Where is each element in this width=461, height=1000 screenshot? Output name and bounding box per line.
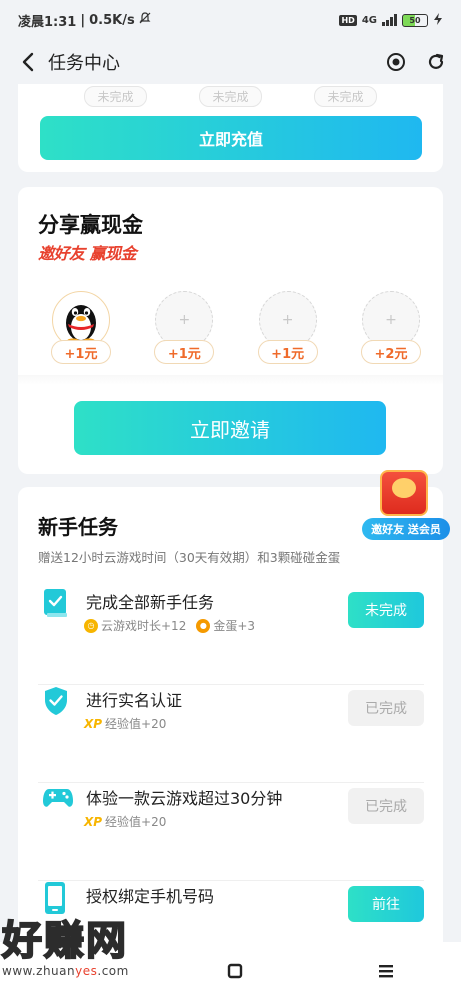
clock-coin-icon: ◷ — [84, 618, 98, 633]
recharge-status-pill: 未完成 — [84, 86, 147, 107]
status-time: 凌晨1:31 — [18, 14, 77, 30]
hd-badge: HD — [339, 14, 357, 26]
app-header: 任务中心 — [0, 40, 461, 84]
promo-float-badge[interactable]: 邀好友 送会员 — [358, 470, 454, 546]
invite-slot[interactable]: + +1元 — [149, 291, 219, 365]
recharge-status-pill: 未完成 — [314, 86, 377, 107]
task-name: 体验一款云游戏超过30分钟 — [86, 789, 283, 808]
gamepad-icon — [42, 783, 73, 813]
invite-slot[interactable]: + +1元 — [253, 291, 323, 365]
network-label: 4G — [361, 14, 377, 26]
xp-icon: XP — [84, 814, 103, 829]
task-name: 授权绑定手机号码 — [86, 887, 215, 906]
task-status-button[interactable]: 未完成 — [348, 592, 424, 628]
newbie-title: 新手任务 — [38, 515, 118, 539]
recharge-status-pill: 未完成 — [199, 86, 262, 107]
task-name: 进行实名认证 — [86, 691, 183, 710]
reward-xp: XP 经验值+20 — [84, 716, 167, 732]
home-button[interactable] — [220, 956, 250, 986]
invite-now-button[interactable]: 立即邀请 — [74, 401, 386, 455]
xp-icon: XP — [84, 716, 103, 731]
reward-gold-egg: ● 金蛋+3 — [196, 617, 255, 634]
share-slogan: 邀好友 赢现金 — [38, 244, 137, 263]
share-title: 分享赢现金 — [38, 213, 143, 237]
recharge-card: 未完成 未完成 未完成 立即充值 — [18, 84, 443, 172]
slot-reward: +1元 — [51, 340, 111, 364]
mute-bell-icon — [139, 12, 151, 28]
back-button[interactable] — [14, 48, 42, 76]
status-speed: 0.5K/s — [89, 12, 135, 28]
invite-slots: +1元 + +1元 + +1元 + +2元 — [46, 291, 426, 365]
book-check-icon — [42, 587, 70, 617]
task-status-button[interactable]: 已完成 — [348, 788, 424, 824]
task-go-button[interactable]: 前往 — [348, 886, 424, 922]
newbie-card: 新手任务 赠送12小时云游戏时间（30天有效期）和3颗碰碰金蛋 完成全部新手任务… — [18, 487, 443, 942]
charging-icon — [433, 12, 443, 28]
watermark: 好赚网 www.zhuanyes.com — [1, 908, 202, 998]
watermark-main: 好赚网 — [1, 917, 128, 965]
task-row: 体验一款云游戏超过30分钟 XP 经验值+20 已完成 — [38, 783, 424, 881]
signal-icon — [382, 14, 397, 26]
status-bar: 凌晨1:31 | 0.5K/s HD 4G 50 — [0, 0, 461, 40]
slot-reward: +2元 — [360, 340, 421, 364]
gold-egg-icon: ● — [196, 618, 211, 633]
recharge-now-button[interactable]: 立即充值 — [40, 116, 422, 160]
task-status-button[interactable]: 已完成 — [348, 690, 424, 726]
reward-xp: XP 经验值+20 — [84, 814, 167, 830]
record-icon — [387, 53, 405, 71]
page-title: 任务中心 — [48, 53, 120, 74]
menu-button[interactable] — [371, 956, 401, 986]
watermark-url: www.zhuanyes.com — [2, 964, 129, 978]
shield-check-icon — [42, 685, 70, 715]
slot-reward: +1元 — [257, 340, 318, 364]
slot-reward: +1元 — [154, 340, 215, 364]
refresh-button[interactable] — [425, 51, 447, 73]
task-name: 完成全部新手任务 — [86, 593, 215, 612]
record-button[interactable] — [385, 51, 407, 73]
promo-label: 邀好友 送会员 — [362, 518, 450, 540]
task-row: 进行实名认证 XP 经验值+20 已完成 — [38, 685, 424, 783]
task-row: 完成全部新手任务 ◷ 云游戏时长+12 ● 金蛋+3 未完成 — [38, 587, 424, 685]
phone-icon — [42, 881, 70, 914]
square-icon — [228, 963, 243, 979]
menu-icon — [378, 965, 393, 978]
newbie-subtitle: 赠送12小时云游戏时间（30天有效期）和3颗碰碰金蛋 — [38, 550, 341, 565]
red-envelope-icon — [380, 470, 428, 516]
share-card: 分享赢现金 邀好友 赢现金 +1元 + +1元 + +1元 + +2元 立即邀请 — [18, 187, 443, 474]
divider — [18, 375, 443, 385]
refresh-icon — [428, 53, 444, 69]
content-scroll[interactable]: 未完成 未完成 未完成 立即充值 分享赢现金 邀好友 赢现金 +1元 + +1元… — [0, 84, 461, 942]
chevron-left-icon — [22, 52, 34, 72]
reward-cloud-time: ◷ 云游戏时长+12 — [84, 617, 186, 634]
invite-slot[interactable]: +1元 — [46, 291, 116, 365]
battery-icon: 50 — [402, 13, 428, 27]
invite-slot[interactable]: + +2元 — [356, 291, 426, 365]
